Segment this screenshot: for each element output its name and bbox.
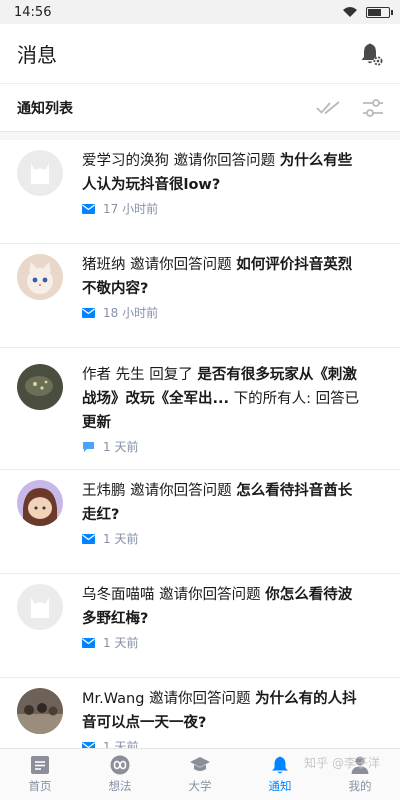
timestamp: 18 小时前: [103, 306, 159, 320]
notification-meta: 1 天前: [82, 530, 138, 547]
timestamp: 1 天前: [103, 636, 139, 650]
nav-label: 我的: [348, 779, 372, 793]
user-name[interactable]: 作者 先生: [82, 367, 145, 383]
notification-text[interactable]: 爱学习的涣狗 邀请你回答问题 为什么有些 人认为玩抖音很low?: [82, 149, 382, 197]
action-text: 邀请你回答问题: [130, 483, 232, 499]
bell-settings-icon[interactable]: [358, 41, 384, 67]
question-title[interactable]: 不敬内容?: [82, 281, 148, 297]
question-title[interactable]: 如何评价抖音英烈: [236, 257, 352, 273]
timestamp: 1 天前: [103, 532, 139, 546]
filter-icon[interactable]: [362, 98, 384, 118]
notification-item[interactable]: 王炜鹏 邀请你回答问题 怎么看待抖音酋长 走红? 1 天前: [0, 470, 400, 574]
status-bar: 14:56: [0, 0, 400, 24]
avatar-default[interactable]: [17, 584, 63, 630]
comment-icon: [83, 441, 94, 452]
avatar-photo[interactable]: [17, 364, 63, 410]
mail-icon: [82, 637, 95, 648]
notification-text[interactable]: 王炜鹏 邀请你回答问题 怎么看待抖音酋长 走红?: [82, 479, 382, 527]
reply-status: 更新: [82, 415, 111, 431]
user-name[interactable]: 猪班纳: [82, 257, 126, 273]
notification-item[interactable]: 猪班纳 邀请你回答问题 如何评价抖音英烈 不敬内容? 18 小时前: [0, 244, 400, 348]
action-text: 邀请你回答问题: [149, 691, 251, 707]
page-title: 消息: [17, 43, 57, 67]
avatar-cartoon[interactable]: [17, 480, 63, 526]
status-time: 14:56: [14, 4, 52, 20]
notification-meta: 17 小时前: [82, 200, 158, 217]
wifi-icon: [343, 7, 357, 17]
notification-meta: 1 天前: [82, 634, 138, 651]
nav-label: 首页: [28, 779, 52, 793]
notification-item[interactable]: 乌冬面喵喵 邀请你回答问题 你怎么看待波 多野红梅? 1 天前: [0, 574, 400, 678]
nav-label: 通知: [268, 779, 292, 793]
notification-list-label: 通知列表: [17, 100, 73, 117]
avatar-group-photo[interactable]: [17, 688, 63, 734]
question-title[interactable]: 多野红梅?: [82, 611, 148, 627]
graduation-cap-icon: [190, 757, 210, 771]
notification-text[interactable]: 作者 先生 回复了 是否有很多玩家从《刺激 战场》改玩《全军出... 下的所有人…: [82, 363, 382, 435]
app-header: 消息: [0, 24, 400, 84]
avatar-default[interactable]: [17, 150, 63, 196]
question-title[interactable]: 为什么有的人抖: [255, 691, 357, 707]
notification-meta: 1 天前: [82, 438, 138, 455]
notification-text[interactable]: 乌冬面喵喵 邀请你回答问题 你怎么看待波 多野红梅?: [82, 583, 382, 631]
nav-label: 想法: [108, 779, 132, 793]
notification-item[interactable]: 作者 先生 回复了 是否有很多玩家从《刺激 战场》改玩《全军出... 下的所有人…: [0, 348, 400, 470]
status-icons: [342, 6, 393, 18]
notification-item[interactable]: 爱学习的涣狗 邀请你回答问题 为什么有些 人认为玩抖音很low? 17 小时前: [0, 140, 400, 244]
question-title[interactable]: 音可以点一天一夜?: [82, 715, 206, 731]
action-text: 回复了: [149, 367, 193, 383]
user-name[interactable]: 王炜鹏: [82, 483, 126, 499]
nav-ideas[interactable]: 想法: [80, 749, 160, 800]
user-name[interactable]: 爱学习的涣狗: [82, 153, 169, 169]
nav-label: 大学: [188, 779, 212, 793]
user-name[interactable]: Mr.Wang: [82, 691, 144, 707]
mail-icon: [82, 533, 95, 544]
question-title[interactable]: 你怎么看待波: [265, 587, 352, 603]
action-text: 邀请你回答问题: [159, 587, 261, 603]
home-icon: [31, 756, 49, 774]
notification-text[interactable]: 猪班纳 邀请你回答问题 如何评价抖音英烈 不敬内容?: [82, 253, 382, 301]
avatar-kitten[interactable]: [17, 254, 63, 300]
mark-all-read-icon[interactable]: [316, 100, 342, 116]
question-title[interactable]: 怎么看待抖音酋长: [236, 483, 352, 499]
question-title[interactable]: 人认为玩抖音很low?: [82, 177, 220, 193]
battery-icon: [366, 6, 393, 18]
mail-icon: [82, 203, 95, 214]
notification-list: 爱学习的涣狗 邀请你回答问题 为什么有些 人认为玩抖音很low? 17 小时前 …: [0, 140, 400, 782]
notification-meta: 18 小时前: [82, 304, 158, 321]
ideas-icon: [110, 755, 130, 775]
question-title[interactable]: 为什么有些: [280, 153, 353, 169]
notification-text[interactable]: Mr.Wang 邀请你回答问题 为什么有的人抖 音可以点一天一夜?: [82, 687, 382, 735]
question-title[interactable]: 走红?: [82, 507, 119, 523]
question-title[interactable]: 战场》改玩《全军出...: [82, 391, 229, 407]
user-name[interactable]: 乌冬面喵喵: [82, 587, 155, 603]
timestamp: 1 天前: [103, 440, 139, 454]
notification-list-bar: 通知列表: [0, 84, 400, 132]
bell-icon: [272, 756, 288, 774]
watermark: 知乎 @李子洋: [304, 756, 380, 770]
section-gap: [0, 132, 400, 140]
question-title[interactable]: 是否有很多玩家从《刺激: [197, 367, 357, 383]
action-text: 邀请你回答问题: [173, 153, 276, 169]
timestamp: 17 小时前: [103, 202, 159, 216]
mail-icon: [82, 307, 95, 318]
action-text: 邀请你回答问题: [130, 257, 232, 273]
reply-suffix: 下的所有人: 回答已: [233, 391, 360, 407]
nav-university[interactable]: 大学: [160, 749, 240, 800]
nav-home[interactable]: 首页: [0, 749, 80, 800]
